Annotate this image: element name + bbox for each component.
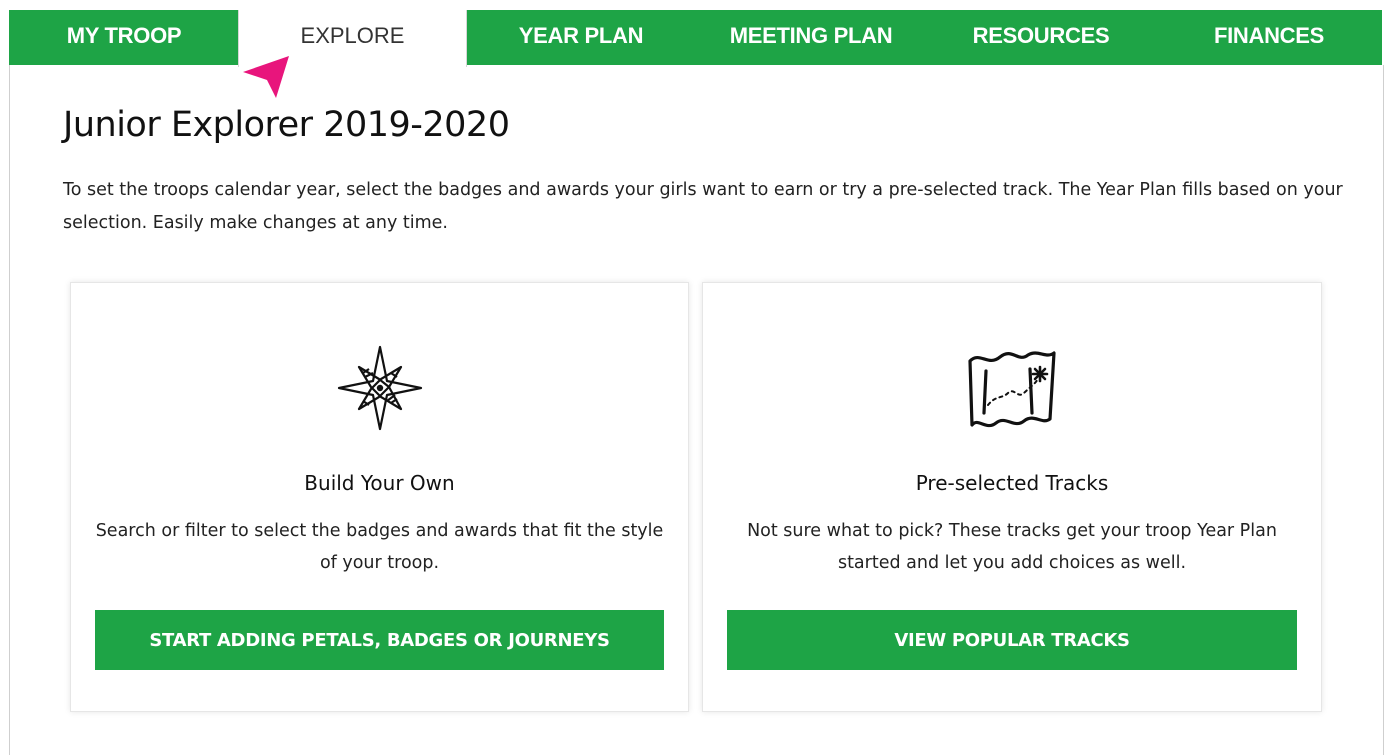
tab-meeting-plan[interactable]: MEETING PLAN xyxy=(696,10,926,65)
build-your-own-description: Search or filter to select the badges an… xyxy=(95,521,664,573)
pre-selected-tracks-title: Pre-selected Tracks xyxy=(915,471,1109,495)
pre-selected-tracks-card: Pre-selected Tracks Not sure what to pic… xyxy=(702,282,1322,712)
tab-finances[interactable]: FINANCES xyxy=(1156,10,1382,65)
page-intro: To set the troops calendar year, select … xyxy=(63,180,1343,233)
tab-my-troop[interactable]: MY TROOP xyxy=(9,10,239,65)
pointer-arrow-icon xyxy=(243,56,289,98)
treasure-map-icon xyxy=(968,351,1056,428)
start-adding-button[interactable]: START ADDING PETALS, BADGES OR JOURNEYS xyxy=(95,610,664,670)
tab-resources[interactable]: RESOURCES xyxy=(926,10,1156,65)
pre-selected-tracks-description: Not sure what to pick? These tracks get … xyxy=(747,521,1277,573)
view-popular-tracks-button[interactable]: VIEW POPULAR TRACKS xyxy=(727,610,1297,670)
tab-year-plan[interactable]: YEAR PLAN xyxy=(466,10,696,65)
build-your-own-title: Build Your Own xyxy=(304,471,455,495)
compass-star-icon xyxy=(337,345,422,431)
page-title: Junior Explorer 2019-2020 xyxy=(63,105,510,145)
build-your-own-card: Build Your Own Search or filter to selec… xyxy=(70,282,689,712)
main-nav: MY TROOP EXPLORE YEAR PLAN MEETING PLAN … xyxy=(9,10,1382,67)
